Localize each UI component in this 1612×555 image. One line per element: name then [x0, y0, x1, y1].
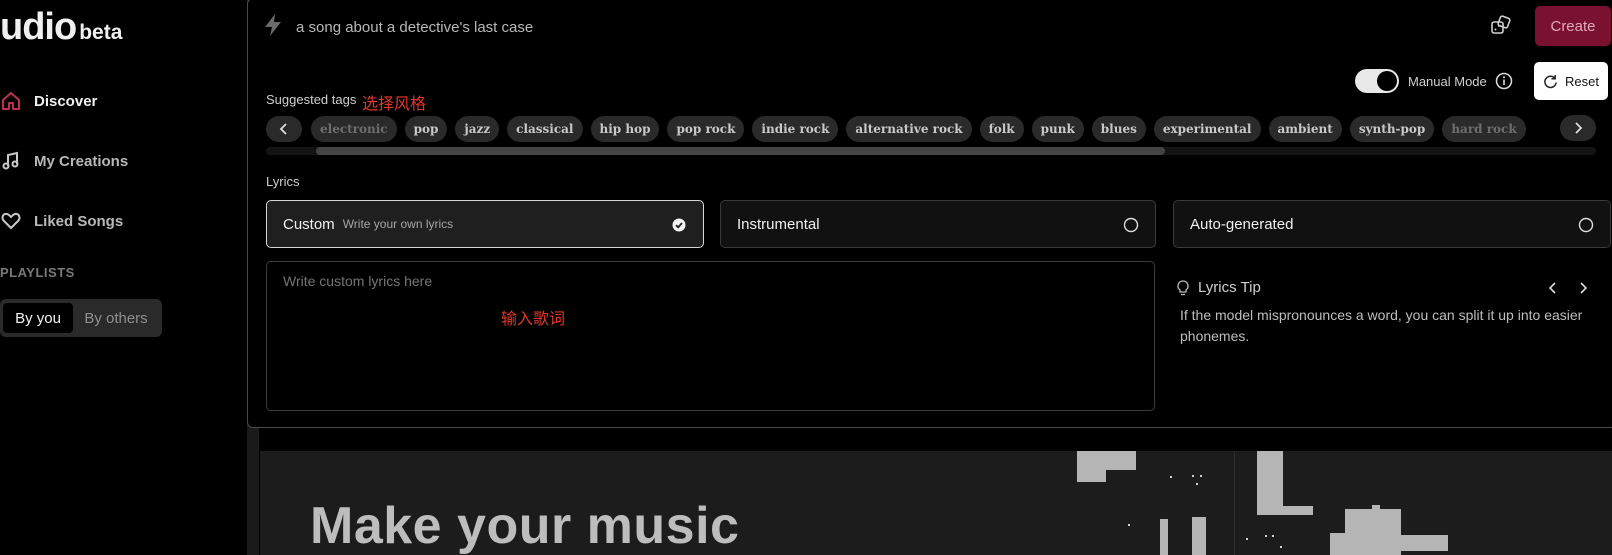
lyrics-tip-text: If the model mispronounces a word, you c…	[1180, 307, 1583, 344]
tag-chip[interactable]: pop rock	[667, 116, 745, 142]
style-annotation: 选择风格	[362, 94, 427, 113]
suggested-tags-label: Suggested tags	[266, 92, 357, 107]
tag-chip[interactable]: folk	[979, 116, 1024, 142]
option-title: Auto-generated	[1190, 215, 1294, 233]
chevron-right-icon	[1579, 282, 1587, 294]
radio-circle-icon	[1578, 217, 1594, 233]
lyrics-tip-header: Lyrics Tip	[1176, 279, 1261, 296]
tag-chip[interactable]: ambient	[1268, 116, 1342, 142]
manual-mode-label: Manual Mode	[1408, 74, 1487, 89]
check-circle-icon	[672, 218, 686, 232]
heart-icon	[0, 210, 22, 232]
sidebar-item-label: Liked Songs	[34, 212, 124, 230]
dice-icon	[1490, 15, 1512, 41]
lyrics-option-instrumental[interactable]: Instrumental	[720, 200, 1156, 248]
option-title: Custom	[283, 215, 335, 233]
chevron-left-icon	[279, 123, 287, 135]
brand-name: udio	[0, 6, 77, 48]
tag-chip[interactable]: experimental	[1153, 116, 1261, 142]
option-subtitle: Write your own lyrics	[342, 217, 454, 231]
sidebar-item-label: Discover	[34, 92, 98, 110]
filter-by-others-button[interactable]: By others	[73, 303, 159, 333]
create-button[interactable]: Create	[1535, 6, 1611, 46]
tag-list: electronic pop jazz classical hip hop po…	[311, 116, 1526, 142]
tags-next-button[interactable]	[1560, 115, 1596, 141]
sidebar-item-my-creations[interactable]: My Creations	[0, 146, 128, 176]
manual-mode-toggle[interactable]	[1355, 69, 1399, 93]
tip-next-button[interactable]	[1572, 277, 1594, 299]
chevron-left-icon	[1548, 282, 1556, 294]
prompt-row: a song about a detective's last case	[262, 13, 533, 41]
home-icon	[0, 90, 22, 112]
sidebar-item-label: My Creations	[34, 152, 129, 170]
toggle-knob	[1377, 71, 1397, 91]
refresh-icon	[1544, 74, 1557, 88]
lightbulb-icon	[1177, 279, 1189, 295]
hero-banner: Make your music	[260, 451, 1612, 555]
tag-chip[interactable]: indie rock	[752, 116, 839, 142]
banner-title: Make your music	[310, 497, 740, 555]
chevron-right-icon	[1575, 122, 1583, 134]
lyrics-tip-title: Lyrics Tip	[1198, 279, 1261, 296]
tag-chip[interactable]: synth-pop	[1349, 116, 1435, 142]
tag-chip[interactable]: jazz	[455, 116, 500, 142]
sidebar-item-discover[interactable]: Discover	[0, 86, 97, 116]
playlists-heading: PLAYLISTS	[0, 265, 75, 280]
lyrics-option-auto-generated[interactable]: Auto-generated	[1173, 200, 1611, 248]
lyrics-label: Lyrics	[266, 174, 300, 189]
tag-chip[interactable]: blues	[1091, 116, 1146, 142]
tag-chip[interactable]: pop	[404, 116, 448, 142]
tag-chip[interactable]: classical	[507, 116, 583, 142]
reset-label: Reset	[1565, 73, 1599, 89]
playlist-filter-toggle: By you By others	[0, 299, 162, 337]
scrollbar-thumb[interactable]	[316, 147, 1165, 155]
lightning-icon	[262, 13, 284, 41]
beta-badge: beta	[79, 21, 123, 44]
prompt-input[interactable]: a song about a detective's last case	[296, 19, 533, 36]
brand-logo[interactable]: udio beta	[0, 6, 122, 49]
random-prompt-button[interactable]	[1488, 15, 1514, 41]
lyrics-option-custom[interactable]: Custom Write your own lyrics	[266, 200, 704, 248]
tag-chip[interactable]: hip hop	[590, 116, 660, 142]
tag-chip[interactable]: punk	[1031, 116, 1084, 142]
radio-circle-icon	[1123, 217, 1139, 233]
option-title: Instrumental	[737, 215, 820, 233]
app-root: udio beta Discover My Creations Liked Son…	[0, 0, 1612, 555]
sidebar-item-liked-songs[interactable]: Liked Songs	[0, 206, 123, 236]
lyrics-annotation: 输入歌词	[501, 309, 566, 328]
sidebar: udio beta Discover My Creations Liked Son…	[0, 0, 247, 555]
filter-by-you-button[interactable]: By you	[3, 303, 73, 333]
tags-prev-button[interactable]	[266, 116, 302, 142]
tag-carousel: electronic pop jazz classical hip hop po…	[266, 115, 1596, 143]
music-note-icon	[0, 150, 22, 172]
tip-prev-button[interactable]	[1541, 277, 1563, 299]
lyrics-textarea[interactable]	[266, 261, 1155, 411]
tag-chip[interactable]: electronic	[311, 116, 397, 142]
tag-chip[interactable]: hard rock	[1442, 116, 1526, 142]
tags-scrollbar[interactable]	[266, 147, 1596, 155]
create-panel: a song about a detective's last case Cre…	[247, 0, 1612, 428]
reset-button[interactable]: Reset	[1534, 62, 1608, 100]
tag-chip[interactable]: alternative rock	[846, 116, 972, 142]
info-icon[interactable]	[1495, 72, 1513, 90]
